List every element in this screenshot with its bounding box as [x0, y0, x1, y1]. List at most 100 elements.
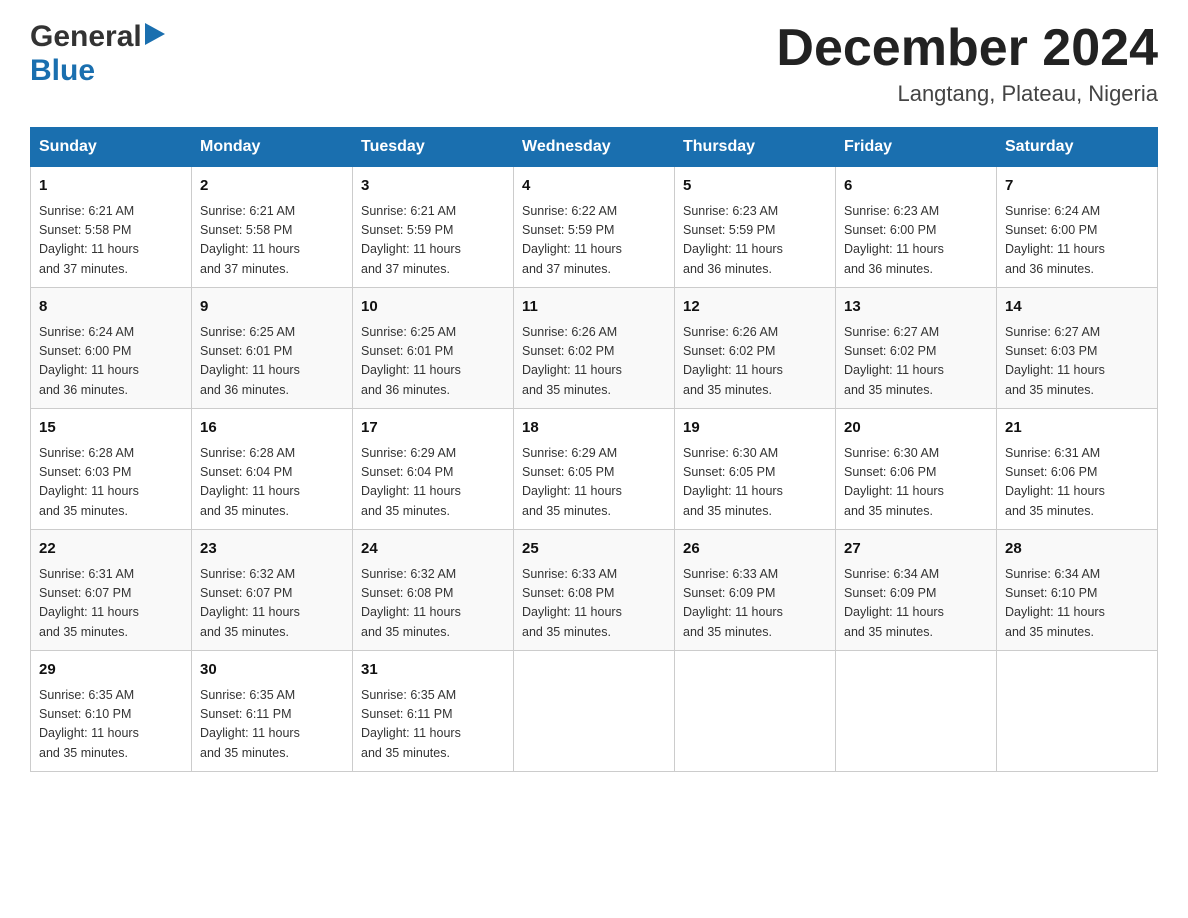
day-number: 26 — [683, 538, 827, 561]
day-number: 17 — [361, 417, 505, 440]
day-number: 22 — [39, 538, 183, 561]
calendar-cell: 13Sunrise: 6:27 AMSunset: 6:02 PMDayligh… — [836, 288, 997, 409]
calendar-cell: 2 Sunrise: 6:21 AMSunset: 5:58 PMDaylight… — [192, 167, 353, 288]
week-row-1: 1 Sunrise: 6:21 AMSunset: 5:58 PMDaylight… — [31, 167, 1158, 288]
day-number: 28 — [1005, 538, 1149, 561]
day-info: Sunrise: 6:21 AMSunset: 5:58 PMDaylight:… — [200, 202, 344, 280]
day-number: 3 — [361, 175, 505, 198]
calendar-cell: 17 Sunrise: 6:29 AMSunset: 6:04 PMDayligh… — [353, 409, 514, 530]
day-info: Sunrise: 6:27 AMSunset: 6:03 PMDaylight:… — [1005, 323, 1149, 401]
day-number: 14 — [1005, 296, 1149, 319]
calendar-cell — [997, 651, 1158, 772]
day-number: 2 — [200, 175, 344, 198]
day-info: Sunrise: 6:32 AMSunset: 6:07 PMDaylight:… — [200, 565, 344, 643]
calendar-body: 1 Sunrise: 6:21 AMSunset: 5:58 PMDaylight… — [31, 167, 1158, 772]
week-row-3: 15 Sunrise: 6:28 AMSunset: 6:03 PMDayligh… — [31, 409, 1158, 530]
calendar-subtitle: Langtang, Plateau, Nigeria — [776, 81, 1158, 107]
calendar-cell: 23 Sunrise: 6:32 AMSunset: 6:07 PMDayligh… — [192, 530, 353, 651]
day-number: 6 — [844, 175, 988, 198]
day-info: Sunrise: 6:26 AMSunset: 6:02 PMDaylight:… — [522, 323, 666, 401]
day-info: Sunrise: 6:26 AMSunset: 6:02 PMDaylight:… — [683, 323, 827, 401]
header-cell-monday: Monday — [192, 128, 353, 167]
calendar-cell: 7Sunrise: 6:24 AMSunset: 6:00 PMDaylight… — [997, 167, 1158, 288]
calendar-cell: 27Sunrise: 6:34 AMSunset: 6:09 PMDayligh… — [836, 530, 997, 651]
calendar-cell: 11Sunrise: 6:26 AMSunset: 6:02 PMDayligh… — [514, 288, 675, 409]
day-number: 24 — [361, 538, 505, 561]
header-cell-thursday: Thursday — [675, 128, 836, 167]
calendar-cell: 16Sunrise: 6:28 AMSunset: 6:04 PMDayligh… — [192, 409, 353, 530]
day-info: Sunrise: 6:23 AMSunset: 5:59 PMDaylight:… — [683, 202, 827, 280]
calendar-cell: 8 Sunrise: 6:24 AMSunset: 6:00 PMDaylight… — [31, 288, 192, 409]
calendar-cell: 1 Sunrise: 6:21 AMSunset: 5:58 PMDaylight… — [31, 167, 192, 288]
day-number: 15 — [39, 417, 183, 440]
day-number: 1 — [39, 175, 183, 198]
calendar-cell: 3 Sunrise: 6:21 AMSunset: 5:59 PMDaylight… — [353, 167, 514, 288]
day-info: Sunrise: 6:29 AMSunset: 6:05 PMDaylight:… — [522, 444, 666, 522]
day-number: 18 — [522, 417, 666, 440]
calendar-cell: 30 Sunrise: 6:35 AMSunset: 6:11 PMDayligh… — [192, 651, 353, 772]
calendar-cell: 22 Sunrise: 6:31 AMSunset: 6:07 PMDayligh… — [31, 530, 192, 651]
logo-general-text: General — [30, 20, 142, 54]
calendar-cell — [836, 651, 997, 772]
week-row-2: 8 Sunrise: 6:24 AMSunset: 6:00 PMDaylight… — [31, 288, 1158, 409]
calendar-cell: 10Sunrise: 6:25 AMSunset: 6:01 PMDayligh… — [353, 288, 514, 409]
day-info: Sunrise: 6:32 AMSunset: 6:08 PMDaylight:… — [361, 565, 505, 643]
day-info: Sunrise: 6:31 AMSunset: 6:06 PMDaylight:… — [1005, 444, 1149, 522]
day-info: Sunrise: 6:24 AMSunset: 6:00 PMDaylight:… — [39, 323, 183, 401]
day-info: Sunrise: 6:25 AMSunset: 6:01 PMDaylight:… — [200, 323, 344, 401]
calendar-cell: 15 Sunrise: 6:28 AMSunset: 6:03 PMDayligh… — [31, 409, 192, 530]
day-info: Sunrise: 6:35 AMSunset: 6:11 PMDaylight:… — [200, 686, 344, 764]
day-info: Sunrise: 6:29 AMSunset: 6:04 PMDaylight:… — [361, 444, 505, 522]
calendar-table: SundayMondayTuesdayWednesdayThursdayFrid… — [30, 127, 1158, 772]
day-info: Sunrise: 6:28 AMSunset: 6:03 PMDaylight:… — [39, 444, 183, 522]
day-number: 31 — [361, 659, 505, 682]
day-info: Sunrise: 6:34 AMSunset: 6:10 PMDaylight:… — [1005, 565, 1149, 643]
calendar-cell: 26 Sunrise: 6:33 AMSunset: 6:09 PMDayligh… — [675, 530, 836, 651]
logo-blue-text: Blue — [30, 54, 95, 88]
day-number: 19 — [683, 417, 827, 440]
calendar-cell: 21Sunrise: 6:31 AMSunset: 6:06 PMDayligh… — [997, 409, 1158, 530]
day-info: Sunrise: 6:21 AMSunset: 5:58 PMDaylight:… — [39, 202, 183, 280]
header-cell-saturday: Saturday — [997, 128, 1158, 167]
calendar-cell: 20 Sunrise: 6:30 AMSunset: 6:06 PMDayligh… — [836, 409, 997, 530]
day-number: 20 — [844, 417, 988, 440]
day-info: Sunrise: 6:35 AMSunset: 6:11 PMDaylight:… — [361, 686, 505, 764]
page-header: General Blue December 2024 Langtang, Pla… — [30, 20, 1158, 107]
day-info: Sunrise: 6:35 AMSunset: 6:10 PMDaylight:… — [39, 686, 183, 764]
day-info: Sunrise: 6:28 AMSunset: 6:04 PMDaylight:… — [200, 444, 344, 522]
day-number: 9 — [200, 296, 344, 319]
logo-arrow-icon — [145, 23, 165, 50]
day-number: 5 — [683, 175, 827, 198]
day-number: 25 — [522, 538, 666, 561]
day-info: Sunrise: 6:33 AMSunset: 6:08 PMDaylight:… — [522, 565, 666, 643]
calendar-cell: 6 Sunrise: 6:23 AMSunset: 6:00 PMDaylight… — [836, 167, 997, 288]
day-info: Sunrise: 6:23 AMSunset: 6:00 PMDaylight:… — [844, 202, 988, 280]
calendar-header: SundayMondayTuesdayWednesdayThursdayFrid… — [31, 128, 1158, 167]
day-info: Sunrise: 6:30 AMSunset: 6:05 PMDaylight:… — [683, 444, 827, 522]
calendar-cell: 14 Sunrise: 6:27 AMSunset: 6:03 PMDayligh… — [997, 288, 1158, 409]
day-number: 4 — [522, 175, 666, 198]
calendar-cell: 12Sunrise: 6:26 AMSunset: 6:02 PMDayligh… — [675, 288, 836, 409]
day-info: Sunrise: 6:30 AMSunset: 6:06 PMDaylight:… — [844, 444, 988, 522]
day-number: 8 — [39, 296, 183, 319]
day-number: 23 — [200, 538, 344, 561]
day-info: Sunrise: 6:21 AMSunset: 5:59 PMDaylight:… — [361, 202, 505, 280]
header-cell-friday: Friday — [836, 128, 997, 167]
calendar-cell: 19 Sunrise: 6:30 AMSunset: 6:05 PMDayligh… — [675, 409, 836, 530]
day-number: 29 — [39, 659, 183, 682]
day-info: Sunrise: 6:22 AMSunset: 5:59 PMDaylight:… — [522, 202, 666, 280]
day-number: 7 — [1005, 175, 1149, 198]
calendar-cell: 18 Sunrise: 6:29 AMSunset: 6:05 PMDayligh… — [514, 409, 675, 530]
calendar-cell: 31 Sunrise: 6:35 AMSunset: 6:11 PMDayligh… — [353, 651, 514, 772]
logo: General Blue — [30, 20, 167, 88]
calendar-cell: 25 Sunrise: 6:33 AMSunset: 6:08 PMDayligh… — [514, 530, 675, 651]
header-cell-tuesday: Tuesday — [353, 128, 514, 167]
calendar-cell — [675, 651, 836, 772]
calendar-cell: 5 Sunrise: 6:23 AMSunset: 5:59 PMDaylight… — [675, 167, 836, 288]
calendar-cell: 24 Sunrise: 6:32 AMSunset: 6:08 PMDayligh… — [353, 530, 514, 651]
day-info: Sunrise: 6:27 AMSunset: 6:02 PMDaylight:… — [844, 323, 988, 401]
day-info: Sunrise: 6:25 AMSunset: 6:01 PMDaylight:… — [361, 323, 505, 401]
day-info: Sunrise: 6:31 AMSunset: 6:07 PMDaylight:… — [39, 565, 183, 643]
day-info: Sunrise: 6:33 AMSunset: 6:09 PMDaylight:… — [683, 565, 827, 643]
day-number: 30 — [200, 659, 344, 682]
